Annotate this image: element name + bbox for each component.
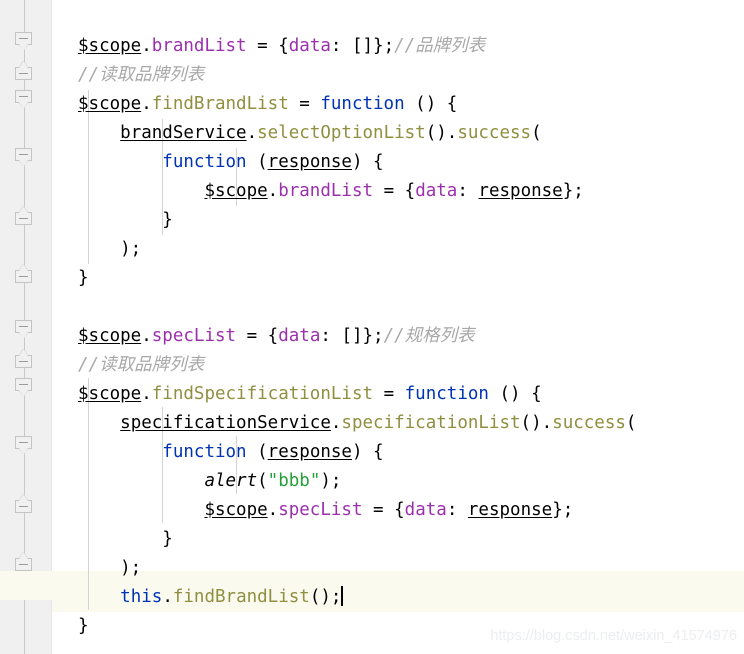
token-comment-read-brand-list: //读取品牌列表 [78,355,205,375]
token-success: success [552,413,626,433]
token-response: response [267,152,352,172]
watermark: https://blog.csdn.net/weixin_41574976 [490,628,737,644]
fold-marker-9[interactable] [15,378,34,397]
token-alert: alert [204,471,258,491]
token-function: function [404,384,489,404]
token-brandlist: brandList [151,36,247,56]
token-comment-spec-list: //规格列表 [383,326,475,346]
token-data: data [288,36,331,56]
code-line[interactable]: $scope.specList = {data: response}; [52,496,744,525]
token-data: data [278,326,321,346]
token-speclist: specList [278,500,363,520]
code-line-blank[interactable] [52,293,744,322]
code-line[interactable]: ); [52,554,744,583]
fold-marker-11[interactable] [15,494,34,513]
token-success: success [457,123,532,143]
code-line[interactable]: $scope.specList = {data: []};//规格列表 [52,322,744,351]
code-line-current[interactable]: this.findBrandList(); [52,583,744,612]
code-top-pad [52,0,744,32]
token-data: data [415,181,458,201]
token-string-bbb: "bbb" [267,471,321,491]
code-line[interactable]: //读取品牌列表 [52,61,744,90]
fold-marker-6[interactable] [15,264,34,283]
code-line[interactable]: specificationService.specificationList()… [52,409,744,438]
token-scope: $scope [204,181,268,201]
code-content[interactable]: $scope.brandList = {data: []};//品牌列表 //读… [52,0,744,654]
token-response: response [267,442,352,462]
token-function: function [320,94,405,114]
code-line[interactable]: } [52,525,744,554]
token-comment-brand-list: //品牌列表 [394,36,486,56]
text-caret [341,586,344,606]
code-line[interactable]: ); [52,235,744,264]
code-line[interactable]: } [52,206,744,235]
code-editor[interactable]: $scope.brandList = {data: []};//品牌列表 //读… [0,0,744,654]
fold-marker-7[interactable] [15,320,34,339]
token-specificationservice: specificationService [120,413,331,433]
fold-marker-12[interactable] [15,552,34,571]
token-function: function [162,442,247,462]
fold-marker-10[interactable] [15,436,34,455]
token-brandservice: brandService [120,123,247,143]
token-scope: $scope [78,94,142,114]
code-line[interactable]: //读取品牌列表 [52,351,744,380]
fold-marker-4[interactable] [15,148,34,167]
token-findbrandlist: findBrandList [172,587,310,607]
fold-marker-8[interactable] [15,349,34,368]
code-line[interactable]: $scope.findSpecificationList = function … [52,380,744,409]
token-scope: $scope [78,36,142,56]
token-response: response [478,181,563,201]
token-findspecificationlist: findSpecificationList [151,384,374,404]
fold-marker-2[interactable] [15,61,34,80]
token-comment-read-brand-list: //读取品牌列表 [78,65,205,85]
token-specificationlist: specificationList [341,413,521,433]
token-function: function [162,152,247,172]
code-line[interactable]: $scope.findBrandList = function () { [52,90,744,119]
token-findbrandlist: findBrandList [151,94,289,114]
code-line[interactable]: brandService.selectOptionList().success( [52,119,744,148]
code-line[interactable]: function (response) { [52,438,744,467]
editor-gutter[interactable] [0,0,52,654]
code-line[interactable]: alert("bbb"); [52,467,744,496]
code-line[interactable]: function (response) { [52,148,744,177]
token-scope: $scope [204,500,268,520]
token-speclist: specList [151,326,237,346]
code-line[interactable]: $scope.brandList = {data: []};//品牌列表 [52,32,744,61]
token-scope: $scope [78,384,142,404]
token-scope: $scope [78,326,142,346]
token-brandlist: brandList [278,181,374,201]
code-line[interactable]: $scope.brandList = {data: response}; [52,177,744,206]
token-response: response [467,500,553,520]
token-selectoptionlist: selectOptionList [257,123,426,143]
fold-marker-5[interactable] [15,206,34,225]
code-line[interactable]: } [52,264,744,293]
token-this: this [120,587,163,607]
fold-marker-1[interactable] [15,32,34,51]
token-data: data [404,500,447,520]
fold-marker-3[interactable] [15,90,34,109]
